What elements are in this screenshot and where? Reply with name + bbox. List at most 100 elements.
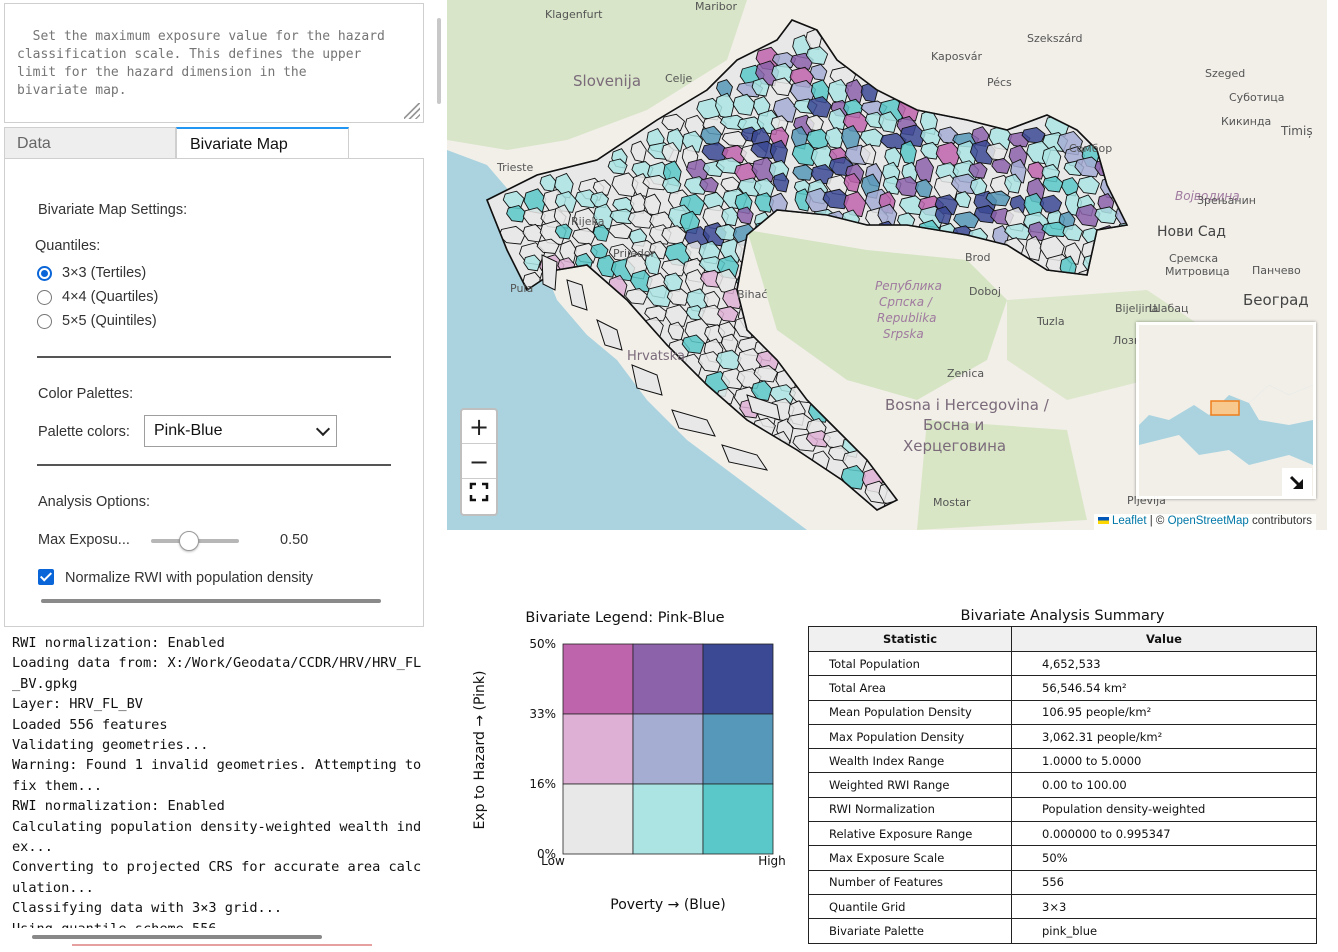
fullscreen-button[interactable] bbox=[462, 480, 496, 514]
log-line: Layer: HRV_FL_BV bbox=[12, 696, 143, 713]
legend-cell bbox=[562, 783, 634, 855]
table-row: Total Area 56,546.54 km² bbox=[808, 675, 1317, 701]
statistic-cell: Mean Population Density bbox=[808, 699, 1012, 725]
radio-label: 5×5 (Quintiles) bbox=[62, 313, 157, 329]
map-place-label: Republika bbox=[877, 311, 937, 325]
table-row: Max Exposure Scale 50% bbox=[808, 845, 1317, 871]
value-cell: 4,652,533 bbox=[1011, 650, 1317, 677]
map-place-label: Tuzla bbox=[1036, 315, 1065, 328]
table-row: Quantile Grid 3×3 bbox=[808, 893, 1317, 920]
legend-title: Bivariate Legend: Pink-Blue bbox=[525, 610, 724, 626]
map-place-label: Rijeka bbox=[571, 215, 604, 228]
value-cell: 106.95 people/km² bbox=[1011, 699, 1317, 725]
map-place-label: Pécs bbox=[987, 76, 1012, 89]
log-line: RWI normalization: Enabled bbox=[12, 635, 225, 651]
attribution-suffix: contributors bbox=[1248, 515, 1313, 527]
map-place-label: Trieste bbox=[496, 161, 533, 174]
log-line: Validating geometries... bbox=[12, 737, 209, 754]
max-exposure-slider-thumb[interactable] bbox=[179, 531, 199, 551]
y-tick-label: 50% bbox=[529, 637, 556, 651]
table-row: Number of Features 556 bbox=[808, 869, 1317, 895]
resize-handle-icon[interactable] bbox=[404, 103, 420, 119]
divider bbox=[37, 464, 391, 466]
value-cell: 1.0000 to 5.0000 bbox=[1011, 748, 1317, 774]
log-line: Calculating population density-weighted … bbox=[12, 818, 422, 835]
color-palettes-label: Color Palettes: bbox=[38, 386, 134, 402]
leaflet-link[interactable]: Leaflet bbox=[1112, 515, 1147, 527]
minimap-toggle-button[interactable] bbox=[1282, 468, 1312, 498]
radio-button-selected[interactable] bbox=[37, 265, 52, 281]
legend-cell bbox=[702, 783, 774, 855]
panel-horizontal-scrollbar[interactable] bbox=[41, 599, 381, 603]
textarea-scrollbar[interactable] bbox=[437, 18, 441, 104]
log-line: Warning: Found 1 invalid geometries. Att… bbox=[12, 757, 422, 774]
log-line: Loaded 556 features bbox=[12, 716, 168, 733]
map-place-label: Hrvatska bbox=[627, 349, 685, 364]
log-progress-bar bbox=[72, 944, 372, 946]
summary-table: Statistic Value Total Population 4,652,53… bbox=[808, 626, 1317, 944]
map-place-label: Szeged bbox=[1205, 67, 1245, 80]
radio-label: 4×4 (Quartiles) bbox=[62, 289, 159, 305]
radio-quartiles[interactable]: 4×4 (Quartiles) bbox=[37, 289, 158, 305]
table-row: RWI Normalization Population density-weig… bbox=[808, 796, 1317, 823]
zoom-control: + − bbox=[460, 408, 498, 516]
radio-button[interactable] bbox=[37, 313, 52, 329]
divider bbox=[37, 356, 391, 358]
legend-ylabel: Exp to Hazard → (Pink) bbox=[472, 671, 488, 830]
palette-colors-label: Palette colors: bbox=[38, 424, 130, 440]
log-line: fix them... bbox=[12, 777, 103, 794]
map-place-label: Pula bbox=[510, 282, 533, 295]
statistic-cell: Relative Exposure Range bbox=[808, 821, 1012, 847]
map-place-label: Bosna i Hercegovina / bbox=[885, 396, 1050, 414]
map-place-label: Република bbox=[875, 279, 942, 293]
statistic-cell: Weighted RWI Range bbox=[808, 772, 1012, 798]
map-place-label: Celje bbox=[665, 72, 693, 85]
log-line: RWI normalization: Enabled bbox=[12, 798, 225, 815]
zoom-in-button[interactable]: + bbox=[462, 410, 496, 444]
tab-bivariate-map[interactable]: Bivariate Map bbox=[176, 127, 349, 159]
normalize-rwi-checkbox[interactable] bbox=[38, 569, 54, 585]
map-place-label: Szekszárd bbox=[1027, 32, 1082, 45]
legend-cell bbox=[702, 643, 774, 715]
map-place-label: Srpska bbox=[883, 327, 924, 341]
table-row: Bivariate Palette pink_blue bbox=[808, 918, 1317, 944]
tab-data[interactable]: Data bbox=[4, 127, 176, 159]
radio-button[interactable] bbox=[37, 289, 52, 305]
statistic-cell: Quantile Grid bbox=[808, 893, 1012, 920]
log-line: Classifying data with 3×3 grid... bbox=[12, 900, 283, 917]
map-place-label: Београд bbox=[1243, 291, 1309, 309]
map-place-label: Kaposvár bbox=[931, 50, 982, 63]
statistic-cell: Wealth Index Range bbox=[808, 748, 1012, 774]
palette-select[interactable]: Pink-Blue bbox=[144, 415, 337, 447]
log-line: Loading data from: X:/Work/Geodata/CCDR/… bbox=[12, 655, 422, 672]
log-horizontal-scrollbar[interactable] bbox=[32, 935, 322, 939]
map-place-label: Klagenfurt bbox=[545, 8, 603, 21]
map-place-label: Slovenija bbox=[573, 72, 641, 90]
settings-title: Bivariate Map Settings: bbox=[38, 202, 188, 218]
osm-link[interactable]: OpenStreetMap bbox=[1168, 515, 1249, 527]
map-place-label: Mostar bbox=[933, 496, 971, 509]
map-place-label: Сремска bbox=[1169, 252, 1218, 265]
table-row: Mean Population Density 106.95 people/km² bbox=[808, 699, 1317, 725]
max-exposure-value: 0.50 bbox=[280, 532, 309, 548]
value-cell: Population density-weighted bbox=[1011, 796, 1317, 823]
map-place-label: Prijedor bbox=[613, 247, 656, 260]
table-row: Wealth Index Range 1.0000 to 5.0000 bbox=[808, 748, 1317, 774]
value-cell: 556 bbox=[1011, 869, 1317, 895]
legend-cell bbox=[702, 713, 774, 785]
log-line: Converting to projected CRS for accurate… bbox=[12, 859, 422, 876]
description-textarea[interactable]: Set the maximum exposure value for the h… bbox=[4, 3, 424, 123]
description-text: Set the maximum exposure value for the h… bbox=[17, 29, 385, 98]
table-row: Max Population Density 3,062.31 people/km… bbox=[808, 723, 1317, 750]
map-place-label: Doboj bbox=[969, 285, 1001, 298]
x-tick-low: Low bbox=[541, 854, 565, 868]
statistic-cell: Total Population bbox=[808, 650, 1012, 677]
zoom-out-button[interactable]: − bbox=[462, 445, 496, 479]
value-cell: 50% bbox=[1011, 845, 1317, 871]
header-value: Value bbox=[1011, 626, 1317, 652]
map-place-label: Zenica bbox=[947, 367, 984, 380]
radio-tertiles[interactable]: 3×3 (Tertiles) bbox=[37, 265, 146, 281]
map-place-label: Босна и bbox=[923, 416, 984, 434]
radio-quintiles[interactable]: 5×5 (Quintiles) bbox=[37, 313, 157, 329]
fullscreen-icon bbox=[469, 482, 489, 502]
